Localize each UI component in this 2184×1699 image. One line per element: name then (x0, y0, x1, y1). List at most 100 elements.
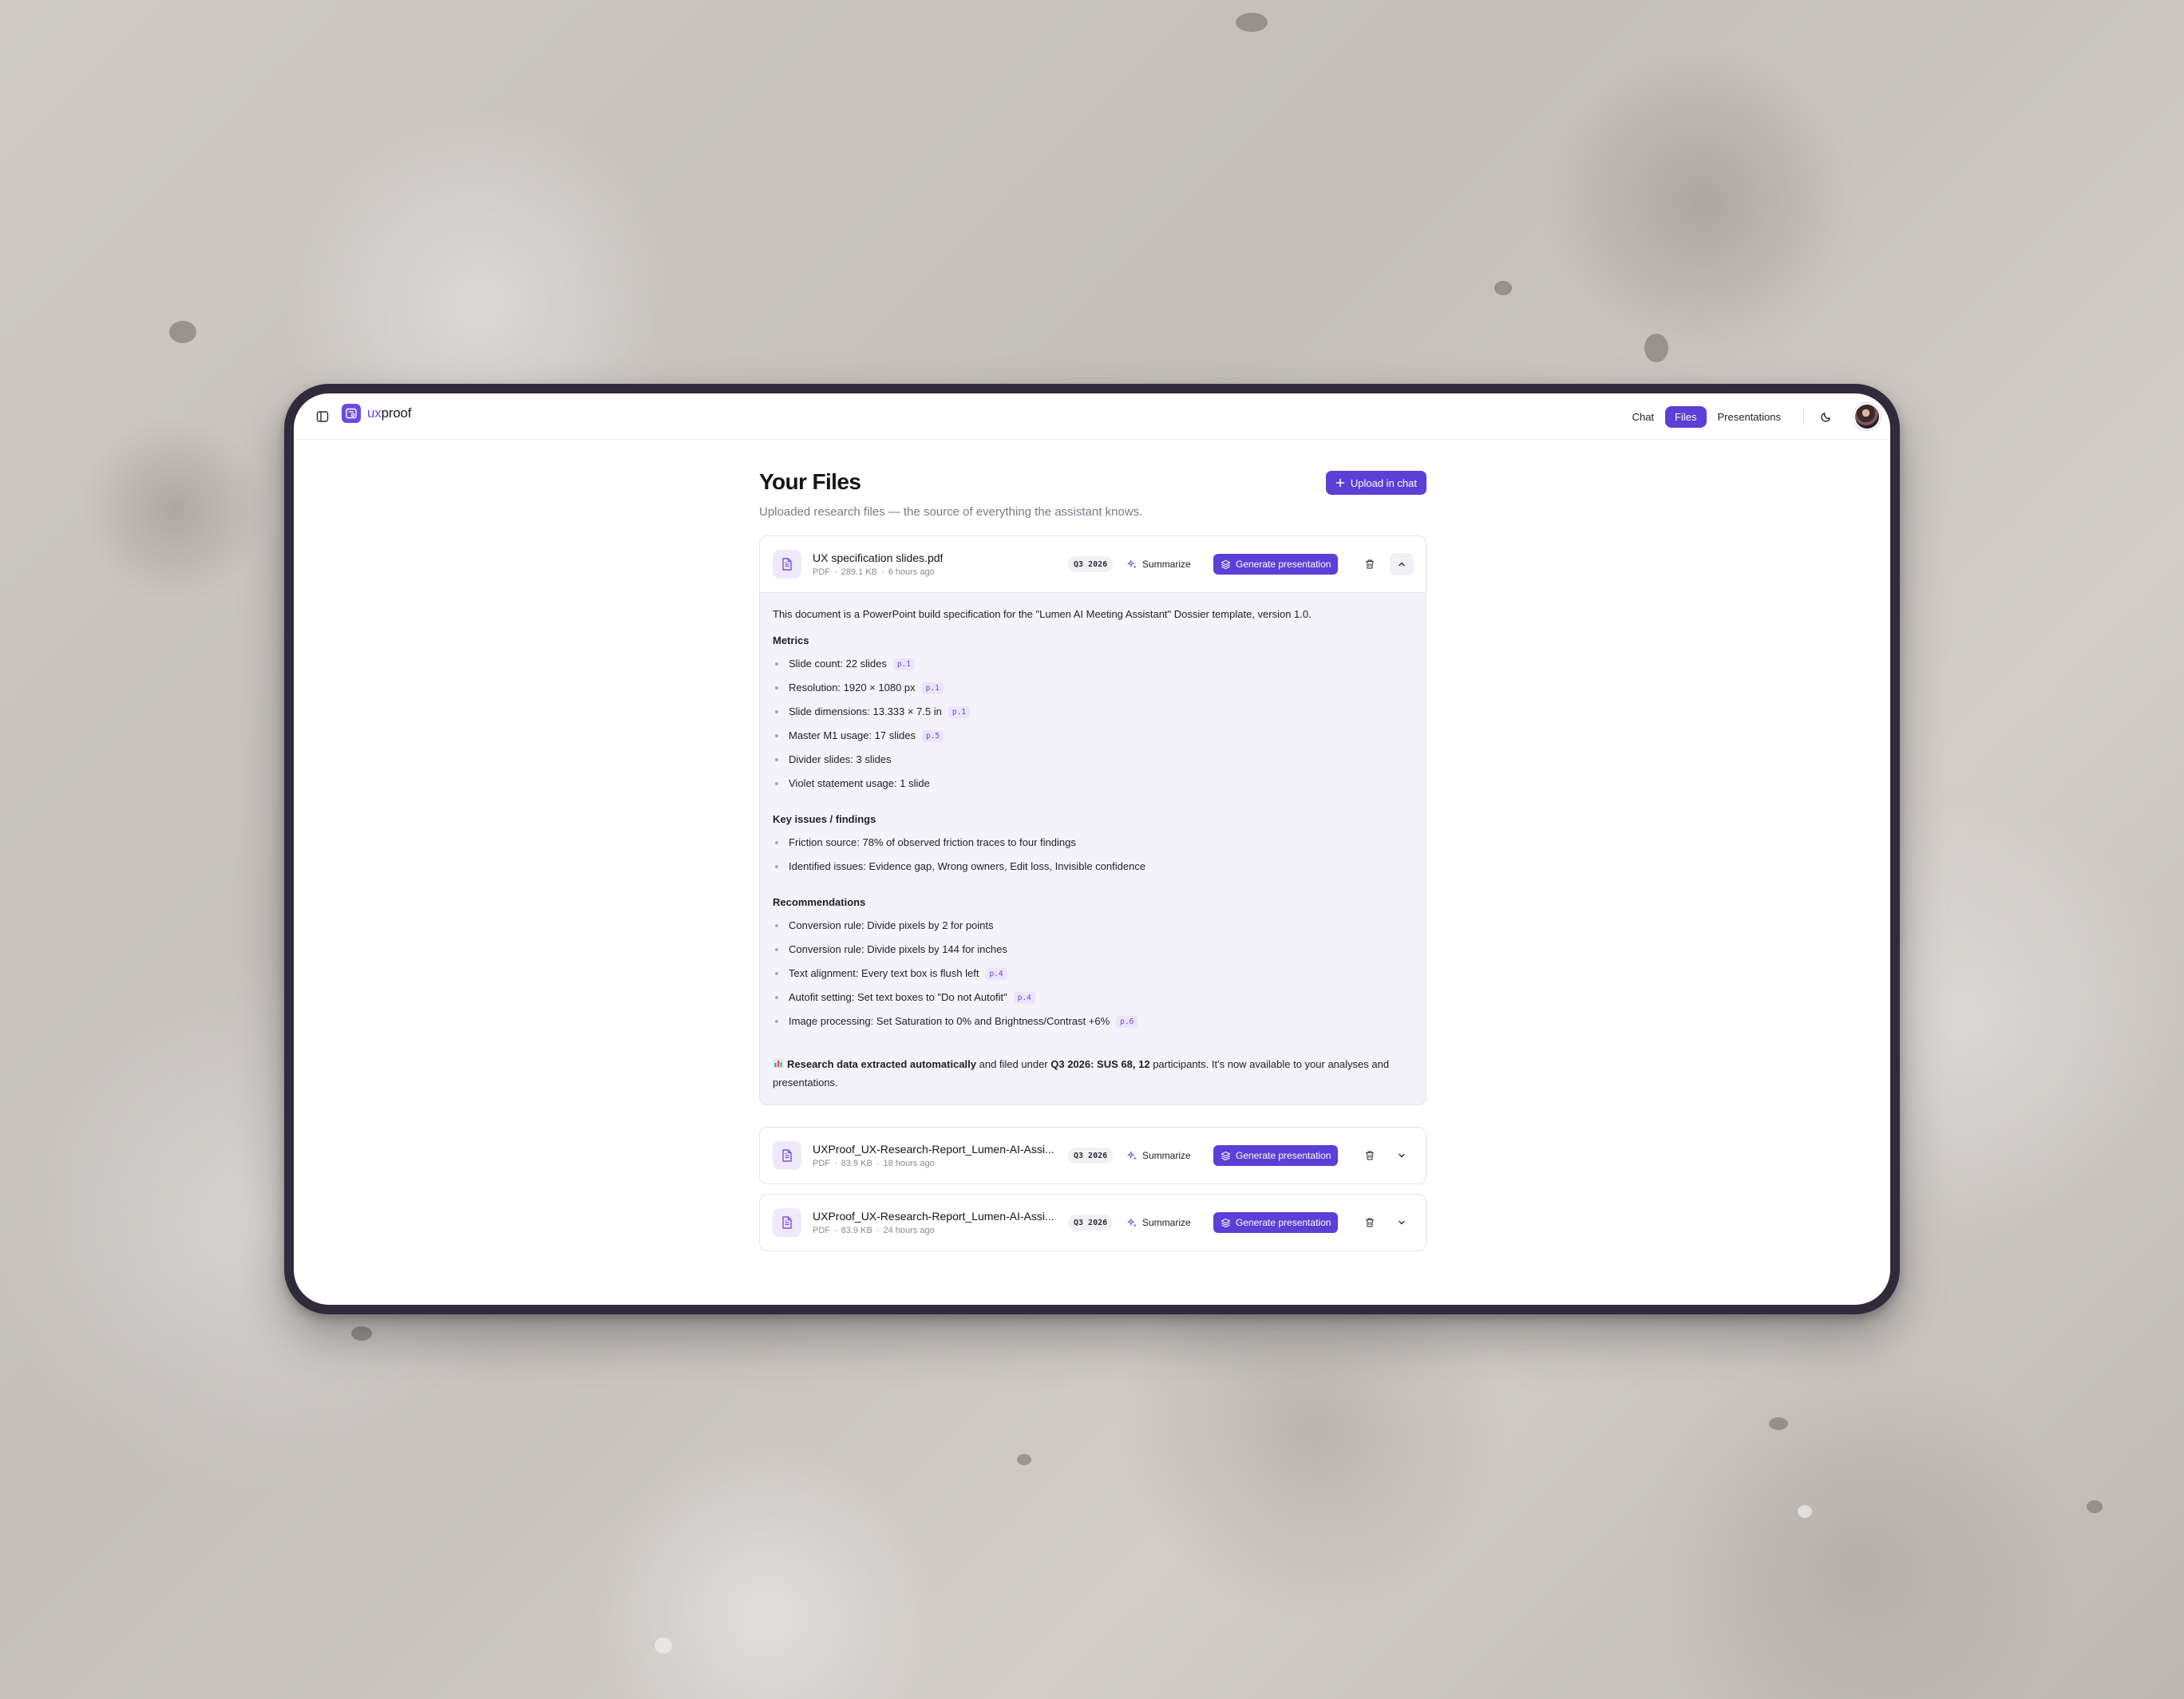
period-badge: Q3 2026 (1068, 1215, 1114, 1231)
nav-chat[interactable]: Chat (1624, 406, 1662, 428)
list-item-text: Violet statement usage: 1 slide (789, 777, 930, 789)
nav-presentations[interactable]: Presentations (1710, 406, 1790, 428)
background-speck (655, 1638, 672, 1654)
generate-presentation-label: Generate presentation (1236, 559, 1331, 570)
summarize-label: Summarize (1142, 559, 1191, 570)
file-type: PDF (813, 567, 830, 577)
file-size: 83.9 KB (841, 1226, 872, 1235)
file-name: UXProof_UX-Research-Report_Lumen-AI-Assi… (813, 1143, 1054, 1156)
summarize-button[interactable]: Summarize (1121, 1212, 1197, 1233)
background-speck (2087, 1500, 2103, 1513)
file-size: 83.9 KB (841, 1159, 872, 1168)
list-item: Master M1 usage: 17 slides p.5 (773, 729, 1413, 753)
generate-presentation-label: Generate presentation (1236, 1217, 1331, 1228)
logo-icon (342, 404, 361, 423)
recommendations-list: Conversion rule: Divide pixels by 2 for … (773, 919, 1413, 1039)
list-item-text: Friction source: 78% of observed frictio… (789, 836, 1076, 848)
generate-presentation-button[interactable]: Generate presentation (1213, 1145, 1339, 1166)
list-item: Conversion rule: Divide pixels by 144 fo… (773, 943, 1413, 967)
summarize-label: Summarize (1142, 1217, 1191, 1228)
page-reference[interactable]: p.1 (948, 706, 971, 718)
recommendations-heading: Recommendations (773, 896, 866, 908)
research-period: Q3 2026 (1050, 1058, 1091, 1070)
page-title: Your Files (759, 469, 861, 494)
file-summary: This document is a PowerPoint build spec… (760, 592, 1426, 1104)
list-item-text: Slide dimensions: 13.333 × 7.5 in (789, 705, 942, 717)
list-item-text: Conversion rule: Divide pixels by 144 fo… (789, 943, 1007, 955)
page-reference[interactable]: p.1 (892, 658, 916, 670)
list-item-text: Image processing: Set Saturation to 0% a… (789, 1015, 1110, 1027)
file-card-header[interactable]: UXProof_UX-Research-Report_Lumen-AI-Assi… (760, 1195, 1426, 1251)
summarize-button[interactable]: Summarize (1121, 1145, 1197, 1166)
generate-presentation-button[interactable]: Generate presentation (1213, 1212, 1339, 1233)
page-reference[interactable]: p.5 (921, 730, 944, 742)
list-item-text: Slide count: 22 slides (789, 658, 887, 670)
page-reference[interactable]: p.4 (985, 968, 1007, 980)
background-speck (1644, 334, 1668, 362)
layers-icon (1221, 559, 1231, 569)
list-item: Conversion rule: Divide pixels by 2 for … (773, 919, 1413, 943)
list-item-text: Master M1 usage: 17 slides (789, 729, 916, 741)
upload-in-chat-button[interactable]: Upload in chat (1325, 471, 1426, 495)
chevron-down-icon[interactable] (1390, 1211, 1414, 1234)
upload-in-chat-label: Upload in chat (1350, 476, 1417, 489)
summarize-button[interactable]: Summarize (1121, 554, 1197, 575)
list-item: Resolution: 1920 × 1080 px p.1 (773, 682, 1413, 705)
list-item-text: Resolution: 1920 × 1080 px (789, 682, 916, 693)
metrics-heading: Metrics (773, 634, 809, 646)
logo-suffix: proof (381, 405, 412, 421)
period-badge: Q3 2026 (1068, 1148, 1114, 1164)
research-extraction-note: Research data extracted automatically an… (773, 1055, 1413, 1092)
file-age: 18 hours ago (883, 1159, 935, 1168)
file-age: 24 hours ago (883, 1226, 935, 1235)
chevron-up-icon[interactable] (1390, 553, 1414, 575)
nav-files[interactable]: Files (1665, 405, 1707, 428)
chevron-down-icon[interactable] (1390, 1144, 1414, 1167)
background-speck (1494, 281, 1512, 295)
layers-icon (1221, 1151, 1231, 1160)
issues-heading: Key issues / findings (773, 813, 876, 825)
file-size: 289.1 KB (841, 567, 877, 577)
trash-icon[interactable] (1361, 555, 1379, 573)
bar-chart-icon (773, 1058, 784, 1069)
issues-list: Friction source: 78% of observed frictio… (773, 836, 1413, 884)
nav-divider (1803, 408, 1804, 425)
sparkle-icon (1127, 1218, 1137, 1227)
file-card: UX specification slides.pdf PDF · 289.1 KB… (759, 535, 1426, 1105)
avatar[interactable] (1854, 403, 1881, 430)
list-item-text: Conversion rule: Divide pixels by 2 for … (789, 919, 994, 931)
page-reference[interactable]: p.4 (1013, 992, 1035, 1004)
file-meta: PDF · 83.9 KB · 18 hours ago (813, 1159, 935, 1168)
moon-icon[interactable] (1815, 406, 1836, 427)
list-item: Friction source: 78% of observed frictio… (773, 836, 1413, 860)
file-type: PDF (813, 1226, 830, 1235)
list-item-text: Text alignment: Every text box is flush … (789, 967, 979, 979)
list-item: Text alignment: Every text box is flush … (773, 967, 1413, 991)
background-speck (169, 321, 196, 343)
page-reference[interactable]: p.6 (1116, 1016, 1138, 1028)
file-name: UX specification slides.pdf (813, 551, 944, 564)
file-card-header[interactable]: UX specification slides.pdf PDF · 289.1 KB… (760, 536, 1426, 592)
file-icon (773, 1208, 801, 1237)
list-item: Slide count: 22 slides p.1 (773, 658, 1413, 682)
metrics-list: Slide count: 22 slides p.1 Resolution: 19… (773, 658, 1413, 801)
page-reference[interactable]: p.1 (921, 682, 944, 694)
sparkle-icon (1127, 559, 1137, 569)
trash-icon[interactable] (1361, 1214, 1379, 1231)
list-item: Divider slides: 3 slides (773, 753, 1413, 777)
plus-icon (1335, 478, 1345, 488)
generate-presentation-button[interactable]: Generate presentation (1213, 554, 1339, 575)
background-speck (1236, 13, 1268, 32)
file-type: PDF (813, 1159, 830, 1168)
trash-icon[interactable] (1361, 1147, 1379, 1164)
sidebar-toggle-icon[interactable] (313, 407, 332, 426)
file-card-header[interactable]: UXProof_UX-Research-Report_Lumen-AI-Assi… (760, 1128, 1426, 1183)
list-item-text: Divider slides: 3 slides (789, 753, 892, 765)
summarize-label: Summarize (1142, 1150, 1191, 1161)
research-after-period: : SUS (1090, 1058, 1122, 1070)
background-speck (1769, 1417, 1788, 1430)
file-icon (773, 1141, 801, 1170)
app-logo[interactable]: uxproof (342, 404, 412, 423)
list-item: Autofit setting: Set text boxes to "Do n… (773, 991, 1413, 1015)
logo-prefix: ux (367, 405, 382, 421)
